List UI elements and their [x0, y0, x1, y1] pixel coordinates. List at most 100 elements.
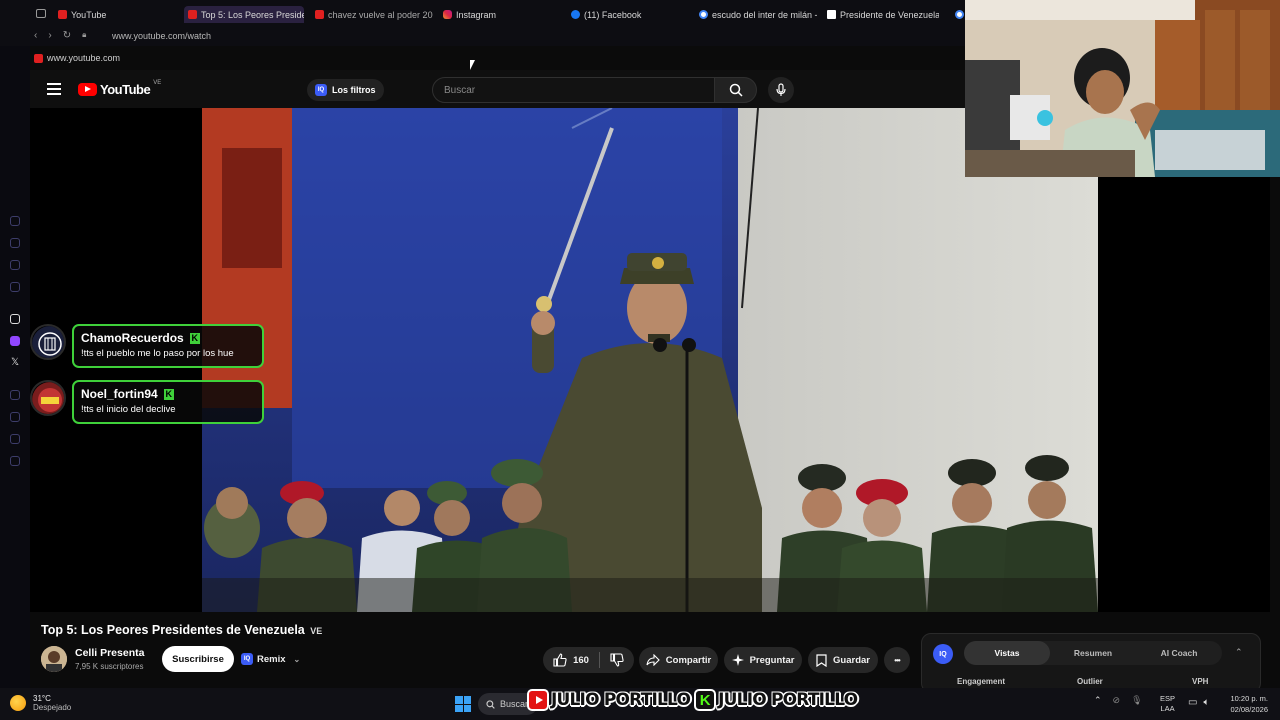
share-icon: [646, 654, 660, 666]
microphone-icon: [776, 83, 786, 96]
subscriber-count: 7,95 K suscriptores: [75, 662, 144, 671]
date: 02/08/2026: [1230, 705, 1268, 714]
chat-username-row: Noel_fortin94 K: [81, 387, 255, 401]
streamer-webcam-image: [965, 0, 1280, 177]
settings-icon[interactable]: [10, 456, 20, 466]
facebook-favicon-icon: [571, 10, 580, 19]
filters-button[interactable]: IQ Los filtros: [307, 79, 384, 101]
streamer-brand-banner: JULIO PORTILLO K JULIO PORTILLO: [527, 684, 859, 716]
kick-brand-icon: K: [694, 689, 717, 711]
voice-search-button[interactable]: [768, 77, 794, 103]
channel-avatar[interactable]: [41, 646, 67, 672]
x-icon[interactable]: 𝕏: [11, 357, 19, 368]
chevron-up-icon[interactable]: ⌃: [1094, 695, 1102, 706]
weather-condition: Despejado: [33, 703, 72, 712]
tab-resumen[interactable]: Resumen: [1050, 641, 1136, 665]
windows-start-icon[interactable]: [455, 696, 471, 712]
clock[interactable]: 10:20 p. m. 02/08/2026: [1222, 693, 1268, 715]
weather-widget[interactable]: 31°C Despejado: [10, 694, 71, 712]
twitch-icon[interactable]: [10, 336, 20, 346]
rail-app-icon[interactable]: [10, 390, 20, 400]
more-actions-button[interactable]: •••: [884, 647, 910, 673]
tab-ai-coach[interactable]: AI Coach: [1136, 641, 1222, 665]
title-country-badge: VE: [310, 626, 323, 636]
iq-badge-icon: IQ: [315, 84, 327, 96]
tab-vistas[interactable]: Vistas: [964, 641, 1050, 665]
microphone-icon[interactable]: 🎙︎: [1131, 695, 1142, 706]
reload-icon[interactable]: ↻: [63, 30, 71, 41]
youtube-favicon-icon: [188, 10, 197, 19]
rail-app-icon[interactable]: [10, 434, 20, 444]
tab-instagram[interactable]: Instagram: [443, 6, 553, 23]
chat-message-text: !tts el pueblo me lo paso por los hue: [81, 348, 234, 359]
youtube-logo[interactable]: YouTube VE: [78, 80, 161, 97]
side-rail: 𝕏: [0, 0, 30, 688]
rail-app-icon[interactable]: [10, 282, 20, 292]
share-button[interactable]: Compartir: [639, 647, 718, 673]
volume-icon[interactable]: 🔈︎: [1203, 697, 1209, 708]
rail-app-icon[interactable]: [10, 216, 20, 226]
chat-bubble: Noel_fortin94 K !tts el inicio del decli…: [72, 380, 264, 424]
mouse-cursor-icon: [470, 60, 475, 70]
url-field[interactable]: www.youtube.com/watch: [112, 31, 211, 41]
tab-youtube[interactable]: YouTube: [58, 6, 178, 23]
channel-name[interactable]: Celli Presenta: [75, 647, 144, 659]
tab-facebook[interactable]: (11) Facebook: [571, 6, 691, 23]
chevron-down-icon: ⌄: [293, 654, 301, 664]
search-button[interactable]: [714, 77, 757, 103]
weather-sun-icon: [10, 695, 26, 711]
network-icon[interactable]: ▭: [1188, 697, 1197, 708]
youtube-favicon-icon: [34, 53, 43, 63]
chat-bubble: ChamoRecuerdos K !tts el pueblo me lo pa…: [72, 324, 264, 368]
search-input[interactable]: Buscar: [432, 77, 715, 103]
iq-badge-icon: IQ: [241, 653, 253, 665]
kick-badge-icon: K: [189, 332, 200, 344]
divider: [598, 652, 600, 668]
chat-avatar: [30, 380, 66, 416]
hamburger-menu-icon[interactable]: [47, 83, 61, 95]
remix-button[interactable]: IQ Remix ⌄: [241, 649, 300, 669]
back-icon[interactable]: ‹: [34, 30, 37, 41]
iq-logo-icon[interactable]: IQ: [933, 644, 953, 664]
dislike-icon[interactable]: [610, 653, 624, 667]
bookmark-item[interactable]: www.youtube.com: [34, 53, 120, 63]
chevron-up-icon[interactable]: ⌃: [1235, 647, 1243, 658]
rail-app-icon[interactable]: [10, 412, 20, 422]
forward-icon[interactable]: ›: [48, 30, 51, 41]
google-favicon-icon: [699, 10, 708, 19]
language-indicator[interactable]: ESP LAA: [1160, 694, 1175, 714]
lock-icon[interactable]: 🔒︎: [82, 30, 86, 41]
like-icon[interactable]: [553, 653, 567, 667]
youtube-play-icon: [78, 83, 97, 96]
chat-avatar: [30, 324, 66, 360]
webcam-overlay: [965, 0, 1280, 177]
bookmark-icon: [816, 653, 827, 667]
youtube-favicon-icon: [315, 10, 324, 19]
tab-actions-icon[interactable]: [36, 9, 46, 18]
tab-active-video[interactable]: Top 5: Los Peores Presiden: [184, 6, 304, 23]
column-outlier: Outlier: [1077, 677, 1103, 686]
rail-app-icon[interactable]: [10, 314, 20, 324]
tab-wikipedia[interactable]: Presidente de Venezuela -: [827, 6, 939, 23]
wifi-off-icon[interactable]: ⊘: [1113, 695, 1121, 706]
tab-google[interactable]: escudo del inter de milán -: [699, 6, 817, 23]
save-button[interactable]: Guardar: [808, 647, 878, 673]
column-vph: VPH: [1192, 677, 1209, 686]
tray-status-icons: ▭ 🔈︎: [1188, 697, 1209, 708]
like-count[interactable]: 160: [573, 655, 589, 666]
kick-badge-icon: K: [163, 388, 174, 400]
rail-app-icon[interactable]: [10, 238, 20, 248]
video-frame[interactable]: [202, 108, 1098, 612]
google-favicon-icon: [955, 10, 964, 19]
chat-username: Noel_fortin94: [81, 387, 158, 401]
analytics-tabs: Vistas Resumen AI Coach: [964, 641, 1222, 665]
ask-button[interactable]: Preguntar: [724, 647, 802, 673]
sparkle-icon: [731, 654, 744, 666]
brand-name: JULIO PORTILLO: [551, 690, 691, 710]
rail-app-icon[interactable]: [10, 260, 20, 270]
subscribe-button[interactable]: Suscribirse: [162, 646, 234, 672]
search-icon: [729, 83, 743, 97]
tab-google-2[interactable]: [955, 6, 965, 23]
system-tray: ⌃ ⊘ 🎙︎: [1094, 695, 1143, 706]
tab-chavez[interactable]: chavez vuelve al poder 20: [315, 6, 433, 23]
